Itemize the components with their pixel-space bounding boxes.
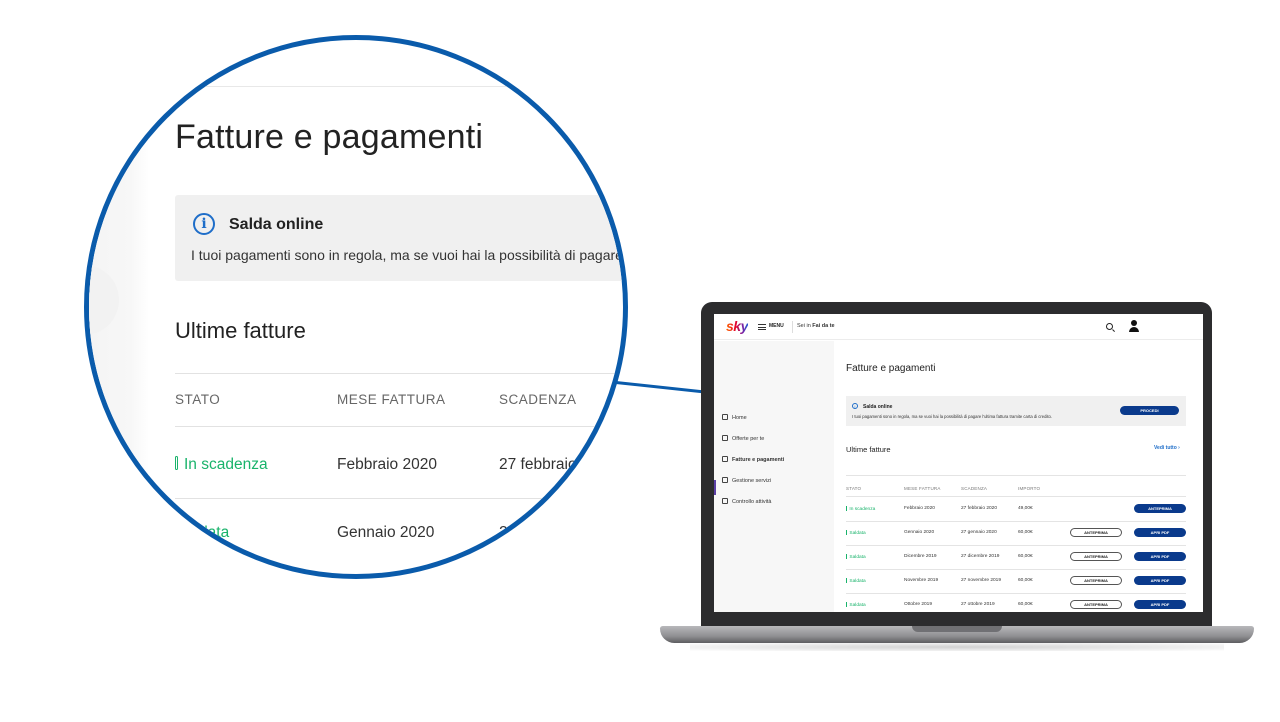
banner-text: I tuoi pagamenti sono in regola, ma se v… [852,414,1053,419]
salda-online-banner: i Salda online I tuoi pagamenti sono in … [175,195,628,281]
divider [846,475,1186,476]
sidebar-item-controllo[interactable]: Controllo attività [722,498,771,505]
banner-text: I tuoi pagamenti sono in regola, ma se v… [191,247,628,263]
table-row-amount: 60,00€ [1018,602,1033,607]
banner-title: Salda online [863,404,893,410]
table-row-month: Novembre 2019 [904,578,939,583]
table-row-amount: 49,00€ [1018,506,1033,511]
see-all-link[interactable]: Vedi tutto › [1154,445,1180,451]
procedi-button[interactable]: PROCEDI [1120,406,1179,415]
table-row-status: Saldata [846,602,865,608]
active-marker [714,480,716,495]
services-icon [722,477,728,483]
table-row-month: Ottobre 2019 [904,602,933,607]
apri-pdf-button[interactable]: APRI PDF [1134,576,1186,585]
apri-pdf-button[interactable]: APRI PDF [1134,600,1186,609]
table-row-status: In scadenza [846,506,875,512]
table-row-due: 27 febbraio 2020 [961,506,998,511]
search-icon[interactable] [1106,323,1113,330]
divider [175,498,623,499]
apri-pdf-button[interactable]: APRI PDF [1134,552,1186,561]
anteprima-button[interactable]: ANTEPRIMA [1070,600,1122,609]
home-icon [722,414,728,420]
salda-online-banner: i Salda online I tuoi pagamenti sono in … [846,396,1186,426]
table-row-status: In scadenza [175,456,268,474]
anteprima-button[interactable]: ANTEPRIMA [1070,576,1122,585]
sidebar: Home Offerte per te Fatture e pagamenti … [714,341,834,612]
divider [846,496,1186,497]
laptop-notch [912,626,1002,632]
table-row-due: 27 novembre 2019 [961,578,1002,583]
column-header-mese: MESE FATTURA [337,392,446,407]
table-row-status: Saldata [846,578,865,584]
divider [792,321,793,333]
table-row-month: Gennaio 2020 [904,530,935,535]
apri-pdf-button[interactable]: APRI PDF [1134,528,1186,537]
sidebar-item-fatture[interactable]: Fatture e pagamenti [722,456,784,463]
laptop-shadow [690,643,1224,651]
column-header-stato: STATO [846,486,862,491]
table-row-month: Gennaio 2020 [337,524,435,541]
anteprima-button[interactable]: ANTEPRIMA [1134,504,1186,513]
sky-logo[interactable]: sky [726,318,748,334]
divider [846,545,1186,546]
table-row-amount: 60,00€ [1018,554,1033,559]
table-row-status: Saldata [846,530,865,536]
column-header-importo: IMPORTO [1018,486,1041,491]
main-content: Fatture e pagamenti i Salda online I tuo… [834,341,1203,612]
table-row-amount: 60,00€ [1018,530,1033,535]
table-row-status: Saldata [846,554,865,560]
menu-icon[interactable] [758,324,766,330]
banner-title: Salda online [229,216,324,233]
table-row-due: 27 dicembre 2019 [961,554,1000,559]
table-row-month: Febbraio 2020 [337,456,437,473]
page-title: Fatture e pagamenti [175,118,484,156]
activity-icon [722,498,728,504]
info-icon: i [193,213,215,235]
magnifier-view: Fatture e pagamenti i Salda online I tuo… [84,35,628,579]
divider [846,593,1186,594]
sidebar-item-offerte[interactable]: Offerte per te [722,435,764,442]
section-title: Ultime fatture [175,318,306,343]
invoice-icon [722,456,728,462]
sidebar-item-home[interactable]: Home [722,414,747,421]
table-row-status: aldata [187,524,230,541]
sidebar-item-servizi[interactable]: Gestione servizi [722,477,771,484]
table-row-amount: 60,00€ [1018,578,1033,583]
breadcrumb: Sei in Fai da te [797,323,835,329]
table-row-due: 27 febbraio [499,456,577,473]
table-row-due: 27 ottobre 2019 [961,602,995,607]
divider [846,569,1186,570]
page-title: Fatture e pagamenti [846,363,936,374]
info-icon: i [852,403,858,409]
divider [175,426,623,427]
column-header-scadenza: SCADENZA [961,486,988,491]
top-header: sky MENU Sei in Fai da te [714,314,1203,340]
section-title: Ultime fatture [846,445,891,454]
column-header-mese: MESE FATTURA [904,486,941,491]
status-bar-icon [175,456,178,470]
laptop-screen: sky MENU Sei in Fai da te Home Offerte p… [714,314,1203,612]
divider [846,521,1186,522]
column-header-stato: STATO [175,392,221,407]
table-row-month: Febbraio 2020 [904,506,935,511]
divider [175,373,623,374]
table-row-month: Dicembre 2019 [904,554,937,559]
offer-icon [722,435,728,441]
magnified-page: Fatture e pagamenti i Salda online I tuo… [89,40,623,574]
anteprima-button[interactable]: ANTEPRIMA [1070,528,1122,537]
anteprima-button[interactable]: ANTEPRIMA [1070,552,1122,561]
column-header-scadenza: SCADENZA [499,392,577,407]
user-icon[interactable] [1128,320,1140,334]
divider [144,86,623,87]
table-row-due: 27 [499,524,517,541]
table-row-due: 27 gennaio 2020 [961,530,997,535]
menu-button[interactable]: MENU [769,323,784,329]
